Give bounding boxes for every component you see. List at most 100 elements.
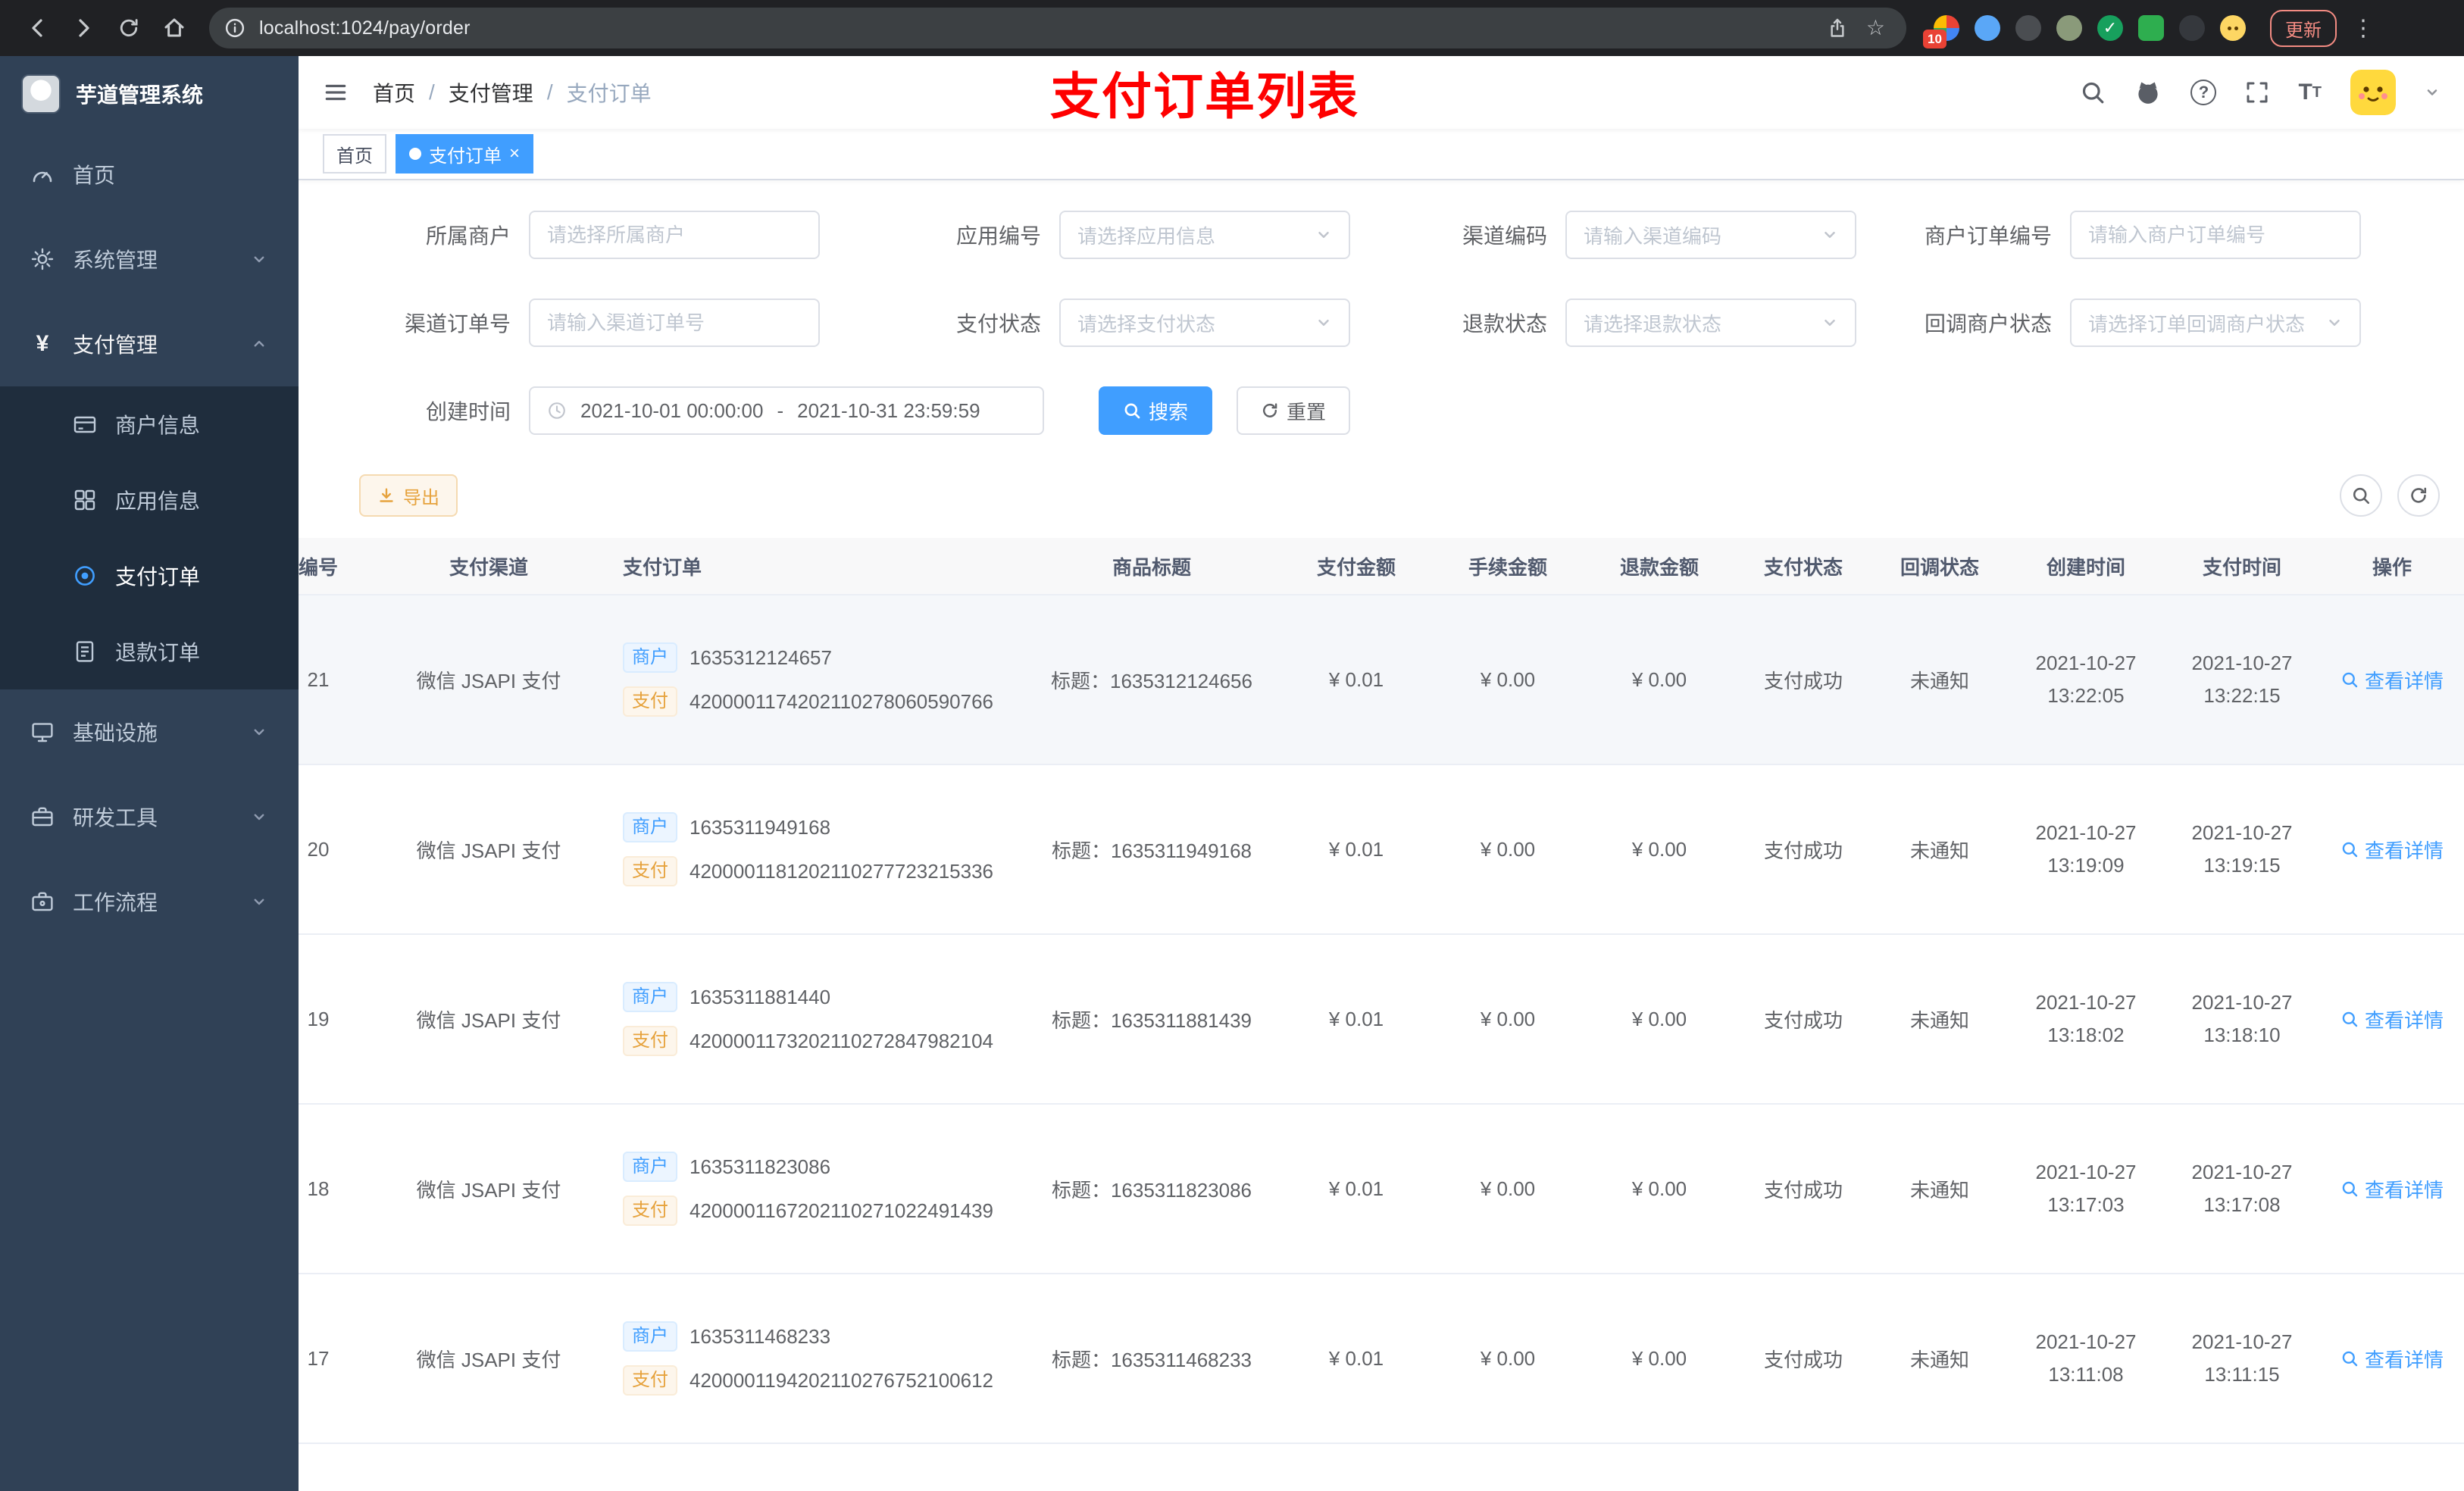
merchant-input[interactable] bbox=[529, 211, 820, 259]
main-content: 首页 / 支付管理 / 支付订单 支付订单列表 ? TT 首页 支付订单 × 所… bbox=[299, 56, 2464, 1491]
extension-icon[interactable] bbox=[2138, 15, 2164, 41]
sidebar-item-infra[interactable]: 基础设施 bbox=[0, 689, 299, 774]
help-icon[interactable]: ? bbox=[2190, 80, 2217, 105]
notify-status-select[interactable]: 请选择订单回调商户状态 bbox=[2070, 299, 2361, 347]
sidebar-item-workflow[interactable]: 工作流程 bbox=[0, 859, 299, 944]
sidebar-item-refund-order[interactable]: 退款订单 bbox=[0, 614, 299, 689]
refresh-table-button[interactable] bbox=[2397, 474, 2440, 517]
sidebar-item-pay-order[interactable]: 支付订单 bbox=[0, 538, 299, 614]
table-toolbar: 导出 bbox=[299, 474, 2464, 538]
search-icon[interactable] bbox=[2080, 80, 2106, 105]
breadcrumb-home[interactable]: 首页 bbox=[373, 77, 415, 108]
close-icon[interactable]: × bbox=[509, 145, 520, 163]
cell-pay-time: 2021-10-27 13:17:08 bbox=[2191, 1161, 2293, 1216]
cell-create-time: 2021-10-27 13:11:08 bbox=[2035, 1330, 2137, 1386]
view-detail-link[interactable]: 查看详情 bbox=[2340, 666, 2444, 694]
monitor-icon bbox=[30, 720, 55, 744]
view-detail-link[interactable]: 查看详情 bbox=[2340, 1175, 2444, 1203]
cell-fee: ¥ 0.00 bbox=[1480, 1346, 1536, 1370]
extension-icon[interactable] bbox=[2179, 15, 2205, 41]
chevron-down-icon bbox=[250, 723, 268, 741]
extension-icon[interactable] bbox=[2056, 15, 2082, 41]
view-detail-link[interactable]: 查看详情 bbox=[2340, 1005, 2444, 1033]
extension-icon[interactable] bbox=[1975, 15, 2000, 41]
sidebar-item-app-info[interactable]: 应用信息 bbox=[0, 462, 299, 538]
extension-icon[interactable] bbox=[2015, 15, 2041, 41]
fullscreen-icon[interactable] bbox=[2245, 80, 2269, 105]
sidebar-item-devtools[interactable]: 研发工具 bbox=[0, 774, 299, 859]
column-header: 支付金额 bbox=[1316, 555, 1396, 579]
cell-channel: 微信 JSAPI 支付 bbox=[416, 1008, 561, 1032]
cell-refund: ¥ 0.00 bbox=[1631, 1346, 1687, 1370]
sidebar-item-label: 应用信息 bbox=[115, 489, 201, 513]
cell-id: 19 bbox=[307, 1007, 330, 1030]
extension-check-icon[interactable]: ✓ bbox=[2097, 15, 2123, 41]
sidebar-item-home[interactable]: 首页 bbox=[0, 132, 299, 217]
cell-id: 20 bbox=[307, 837, 330, 861]
app-logo[interactable]: 芋道管理系统 bbox=[0, 56, 299, 132]
browser-back-icon[interactable] bbox=[15, 5, 61, 51]
merchant-order-no-input[interactable] bbox=[2070, 211, 2361, 259]
show-search-button[interactable] bbox=[2340, 474, 2382, 517]
dashboard-icon bbox=[30, 162, 55, 186]
sidebar-item-merchant-info[interactable]: 商户信息 bbox=[0, 386, 299, 462]
merchant-tag: 商户 bbox=[623, 812, 677, 842]
sidebar-item-label: 支付管理 bbox=[73, 333, 158, 357]
tab-home[interactable]: 首页 bbox=[323, 134, 386, 173]
cell-notify: 未通知 bbox=[1909, 1178, 1969, 1202]
page-title-annotation: 支付订单列表 bbox=[1050, 68, 1359, 124]
export-button[interactable]: 导出 bbox=[359, 474, 458, 517]
avatar-caret-icon[interactable] bbox=[2425, 85, 2440, 100]
cell-amount: ¥ 0.01 bbox=[1328, 1177, 1384, 1200]
browser-home-icon[interactable] bbox=[152, 5, 197, 51]
view-detail-link[interactable]: 查看详情 bbox=[2340, 836, 2444, 864]
browser-update-button[interactable]: 更新 bbox=[2270, 9, 2337, 47]
cell-channel: 微信 JSAPI 支付 bbox=[416, 839, 561, 862]
browser-forward-icon[interactable] bbox=[61, 5, 106, 51]
search-button[interactable]: 搜索 bbox=[1099, 386, 1213, 435]
extension-emoji-icon[interactable] bbox=[2220, 15, 2246, 41]
extension-badge: 10 bbox=[1923, 30, 1946, 48]
chevron-down-icon bbox=[250, 892, 268, 911]
table-row: 20 微信 JSAPI 支付 商户 1635311949168 支付 4200001… bbox=[299, 765, 2464, 935]
site-info-icon[interactable] bbox=[224, 17, 245, 39]
browser-menu-icon[interactable]: ⋮ bbox=[2352, 15, 2375, 42]
merchant-tag: 商户 bbox=[623, 642, 677, 673]
column-header: 支付订单 bbox=[623, 555, 702, 579]
magnifier-icon bbox=[2340, 1180, 2359, 1198]
sidebar-item-label: 研发工具 bbox=[73, 806, 158, 830]
cell-status: 支付成功 bbox=[1763, 1178, 1843, 1202]
channel-order-no-input[interactable] bbox=[529, 299, 820, 347]
cell-pay-time: 2021-10-27 13:19:15 bbox=[2191, 821, 2293, 877]
channel-code-select[interactable]: 请输入渠道编码 bbox=[1565, 211, 1856, 259]
merchant-tag: 商户 bbox=[623, 1152, 677, 1182]
sidebar-item-pay[interactable]: ¥ 支付管理 bbox=[0, 302, 299, 386]
breadcrumb-section[interactable]: 支付管理 bbox=[449, 77, 533, 108]
view-detail-link[interactable]: 查看详情 bbox=[2340, 1345, 2444, 1373]
bookmark-star-icon[interactable]: ☆ bbox=[1866, 17, 1885, 39]
hamburger-icon[interactable] bbox=[323, 80, 349, 105]
reset-button[interactable]: 重置 bbox=[1237, 386, 1351, 435]
share-icon[interactable] bbox=[1827, 17, 1848, 39]
address-bar[interactable]: localhost:1024/pay/order ☆ bbox=[209, 8, 1906, 48]
table-row: 17 微信 JSAPI 支付 商户 1635311468233 支付 4200001… bbox=[299, 1274, 2464, 1444]
extension-icon[interactable]: 10 bbox=[1923, 15, 1959, 48]
user-avatar[interactable] bbox=[2350, 70, 2396, 115]
table-row: 19 微信 JSAPI 支付 商户 1635311881440 支付 4200001… bbox=[299, 935, 2464, 1105]
cell-order: 商户 1635311468233 支付 4200001194202110276752… bbox=[599, 1321, 1023, 1396]
pay-order-no: 4200001174202110278060590766 bbox=[689, 689, 994, 713]
refund-status-select[interactable]: 请选择退款状态 bbox=[1565, 299, 1856, 347]
github-icon[interactable] bbox=[2134, 79, 2162, 106]
app-no-select[interactable]: 请选择应用信息 bbox=[1059, 211, 1350, 259]
browser-refresh-icon[interactable] bbox=[106, 5, 152, 51]
create-time-range-input[interactable]: 2021-10-01 00:00:00 - 2021-10-31 23:59:5… bbox=[529, 386, 1044, 435]
sidebar-item-label: 工作流程 bbox=[73, 891, 158, 914]
pay-status-select[interactable]: 请选择支付状态 bbox=[1059, 299, 1350, 347]
sidebar-item-system[interactable]: 系统管理 bbox=[0, 217, 299, 302]
pay-order-no: 4200001173202110272847982104 bbox=[689, 1029, 994, 1052]
cell-refund: ¥ 0.00 bbox=[1631, 837, 1687, 861]
cell-channel: 微信 JSAPI 支付 bbox=[416, 669, 561, 692]
font-size-icon[interactable]: TT bbox=[2298, 80, 2322, 105]
app-title: 芋道管理系统 bbox=[76, 83, 204, 107]
tab-pay-order[interactable]: 支付订单 × bbox=[396, 134, 534, 173]
